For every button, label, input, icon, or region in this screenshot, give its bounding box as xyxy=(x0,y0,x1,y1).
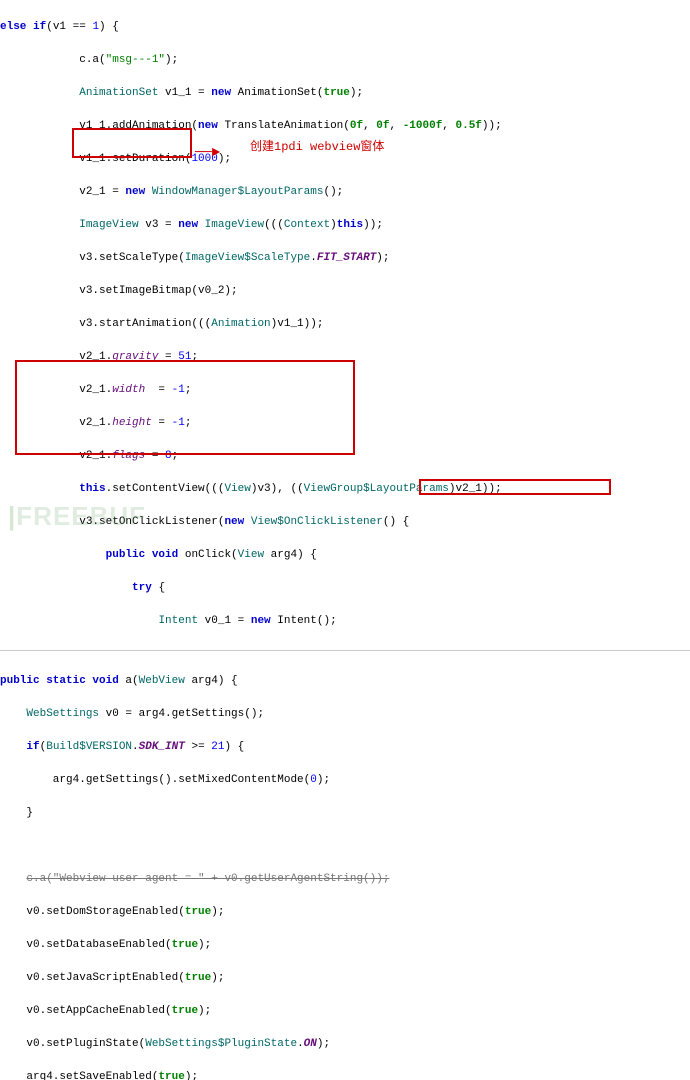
code-line: v2_1.height = -1; xyxy=(0,415,690,432)
code-line: if(Build$VERSION.SDK_INT >= 21) { xyxy=(0,739,690,756)
code-line: } xyxy=(0,805,690,822)
code-line: WebSettings v0 = arg4.getSettings(); xyxy=(0,706,690,723)
code-line: c.a("msg---1"); xyxy=(0,52,690,69)
pane-divider[interactable] xyxy=(0,650,690,651)
code-line: this.setContentView(((View)v3), ((ViewGr… xyxy=(0,481,690,498)
code-line: v2_1.flags = 8; xyxy=(0,448,690,465)
code-line: ImageView v3 = new ImageView(((Context)t… xyxy=(0,217,690,234)
code-line: c.a("Webview user agent = " + v0.getUser… xyxy=(0,871,690,888)
code-line: v0.setDomStorageEnabled(true); xyxy=(0,904,690,921)
code-line: v3.setScaleType(ImageView$ScaleType.FIT_… xyxy=(0,250,690,267)
code-line: v2_1 = new WindowManager$LayoutParams(); xyxy=(0,184,690,201)
code-line: v1_1.addAnimation(new TranslateAnimation… xyxy=(0,118,690,135)
code-line: v2_1.gravity = 51; xyxy=(0,349,690,366)
code-line: v0.setDatabaseEnabled(true); xyxy=(0,937,690,954)
arrow-icon: ──► xyxy=(195,143,220,164)
code-line: AnimationSet v1_1 = new AnimationSet(tru… xyxy=(0,85,690,102)
code-line: arg4.setSaveEnabled(true); xyxy=(0,1069,690,1080)
code-line: v0.setAppCacheEnabled(true); xyxy=(0,1003,690,1020)
code-line: Intent v0_1 = new Intent(); xyxy=(0,613,690,630)
code-line: try { xyxy=(0,580,690,597)
code-line: public static void a(WebView arg4) { xyxy=(0,673,690,690)
code-line: v0.setJavaScriptEnabled(true); xyxy=(0,970,690,987)
annotation-label: 创建1pdi webview窗体 xyxy=(250,138,384,156)
code-line: v3.startAnimation(((Animation)v1_1)); xyxy=(0,316,690,333)
code-line: arg4.getSettings().setMixedContentMode(0… xyxy=(0,772,690,789)
code-line: public void onClick(View arg4) { xyxy=(0,547,690,564)
code-line: v0.setPluginState(WebSettings$PluginStat… xyxy=(0,1036,690,1053)
code-line: v2_1.width = -1; xyxy=(0,382,690,399)
watermark: |FREEBUF xyxy=(8,497,146,536)
code-block-bottom: public static void a(WebView arg4) { Web… xyxy=(0,655,690,1080)
code-line: v3.setImageBitmap(v0_2); xyxy=(0,283,690,300)
code-line: else if(v1 == else if(v1 == 1) {1) { xyxy=(0,19,690,36)
code-line xyxy=(0,838,690,855)
code-block-top: else if(v1 == else if(v1 == 1) {1) { c.a… xyxy=(0,0,690,646)
